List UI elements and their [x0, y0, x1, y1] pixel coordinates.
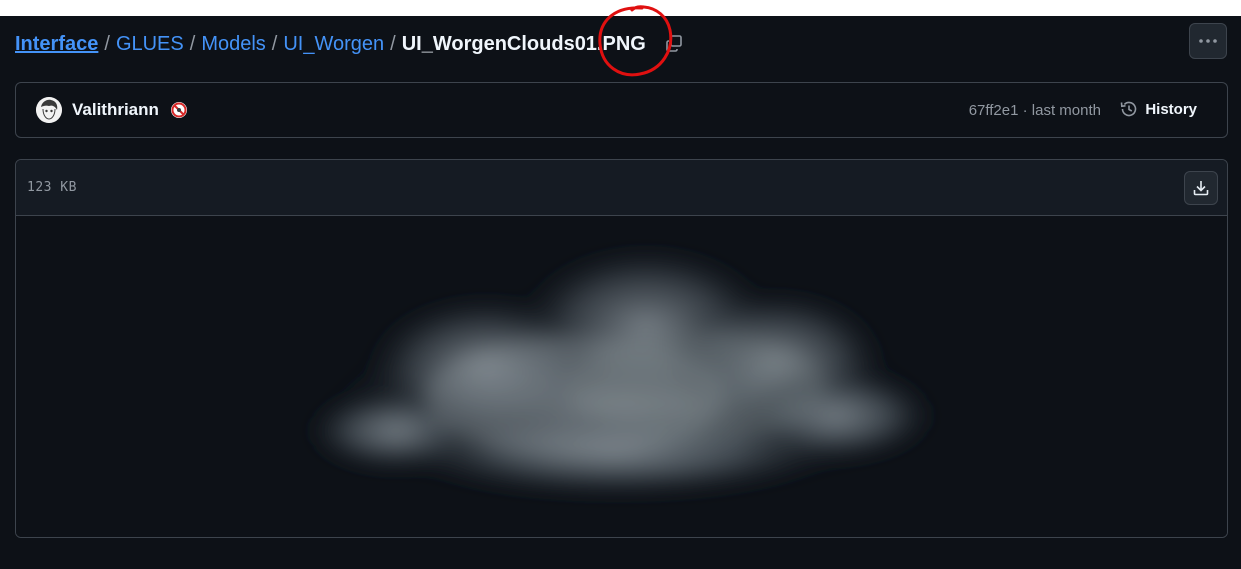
- kebab-horizontal-icon: [1199, 39, 1217, 43]
- file-viewer: 123 KB: [15, 159, 1228, 538]
- download-button[interactable]: [1184, 171, 1218, 205]
- copy-path-button[interactable]: [662, 32, 686, 56]
- history-icon: [1121, 101, 1137, 117]
- file-header: 123 KB: [16, 160, 1227, 216]
- breadcrumb-link-ui-worgen[interactable]: UI_Worgen: [283, 33, 384, 56]
- breadcrumb-link-interface[interactable]: Interface: [15, 33, 98, 56]
- breadcrumb-separator: /: [104, 32, 110, 55]
- breadcrumb: Interface / GLUES / Models / UI_Worgen /…: [15, 30, 686, 58]
- file-name: UI_WorgenClouds01.PNG: [401, 32, 646, 55]
- avatar-image: [36, 97, 62, 123]
- latest-commit-box: Valithriann 67ff2e1 · last month History: [15, 82, 1228, 138]
- breadcrumb-separator: /: [189, 32, 196, 55]
- image-preview: [16, 216, 1227, 537]
- commit-author[interactable]: Valithriann: [72, 100, 159, 120]
- commit-meta[interactable]: 67ff2e1 · last month: [969, 102, 1101, 119]
- avatar[interactable]: [36, 97, 62, 123]
- history-button[interactable]: History: [1119, 99, 1197, 119]
- breadcrumb-link-glues[interactable]: GLUES: [116, 33, 184, 56]
- download-icon: [1193, 181, 1209, 196]
- copy-icon: [666, 35, 682, 52]
- file-size: 123 KB: [27, 180, 77, 195]
- page: Interface / GLUES / Models / UI_Worgen /…: [0, 5, 1241, 569]
- cloud-image: [306, 246, 936, 496]
- more-options-button[interactable]: [1189, 23, 1227, 59]
- breadcrumb-link-models[interactable]: Models: [201, 33, 265, 56]
- history-label: History: [1145, 100, 1197, 118]
- no-entry-badge-icon: [171, 102, 187, 118]
- breadcrumb-separator: /: [390, 32, 396, 55]
- breadcrumb-separator: /: [271, 32, 278, 55]
